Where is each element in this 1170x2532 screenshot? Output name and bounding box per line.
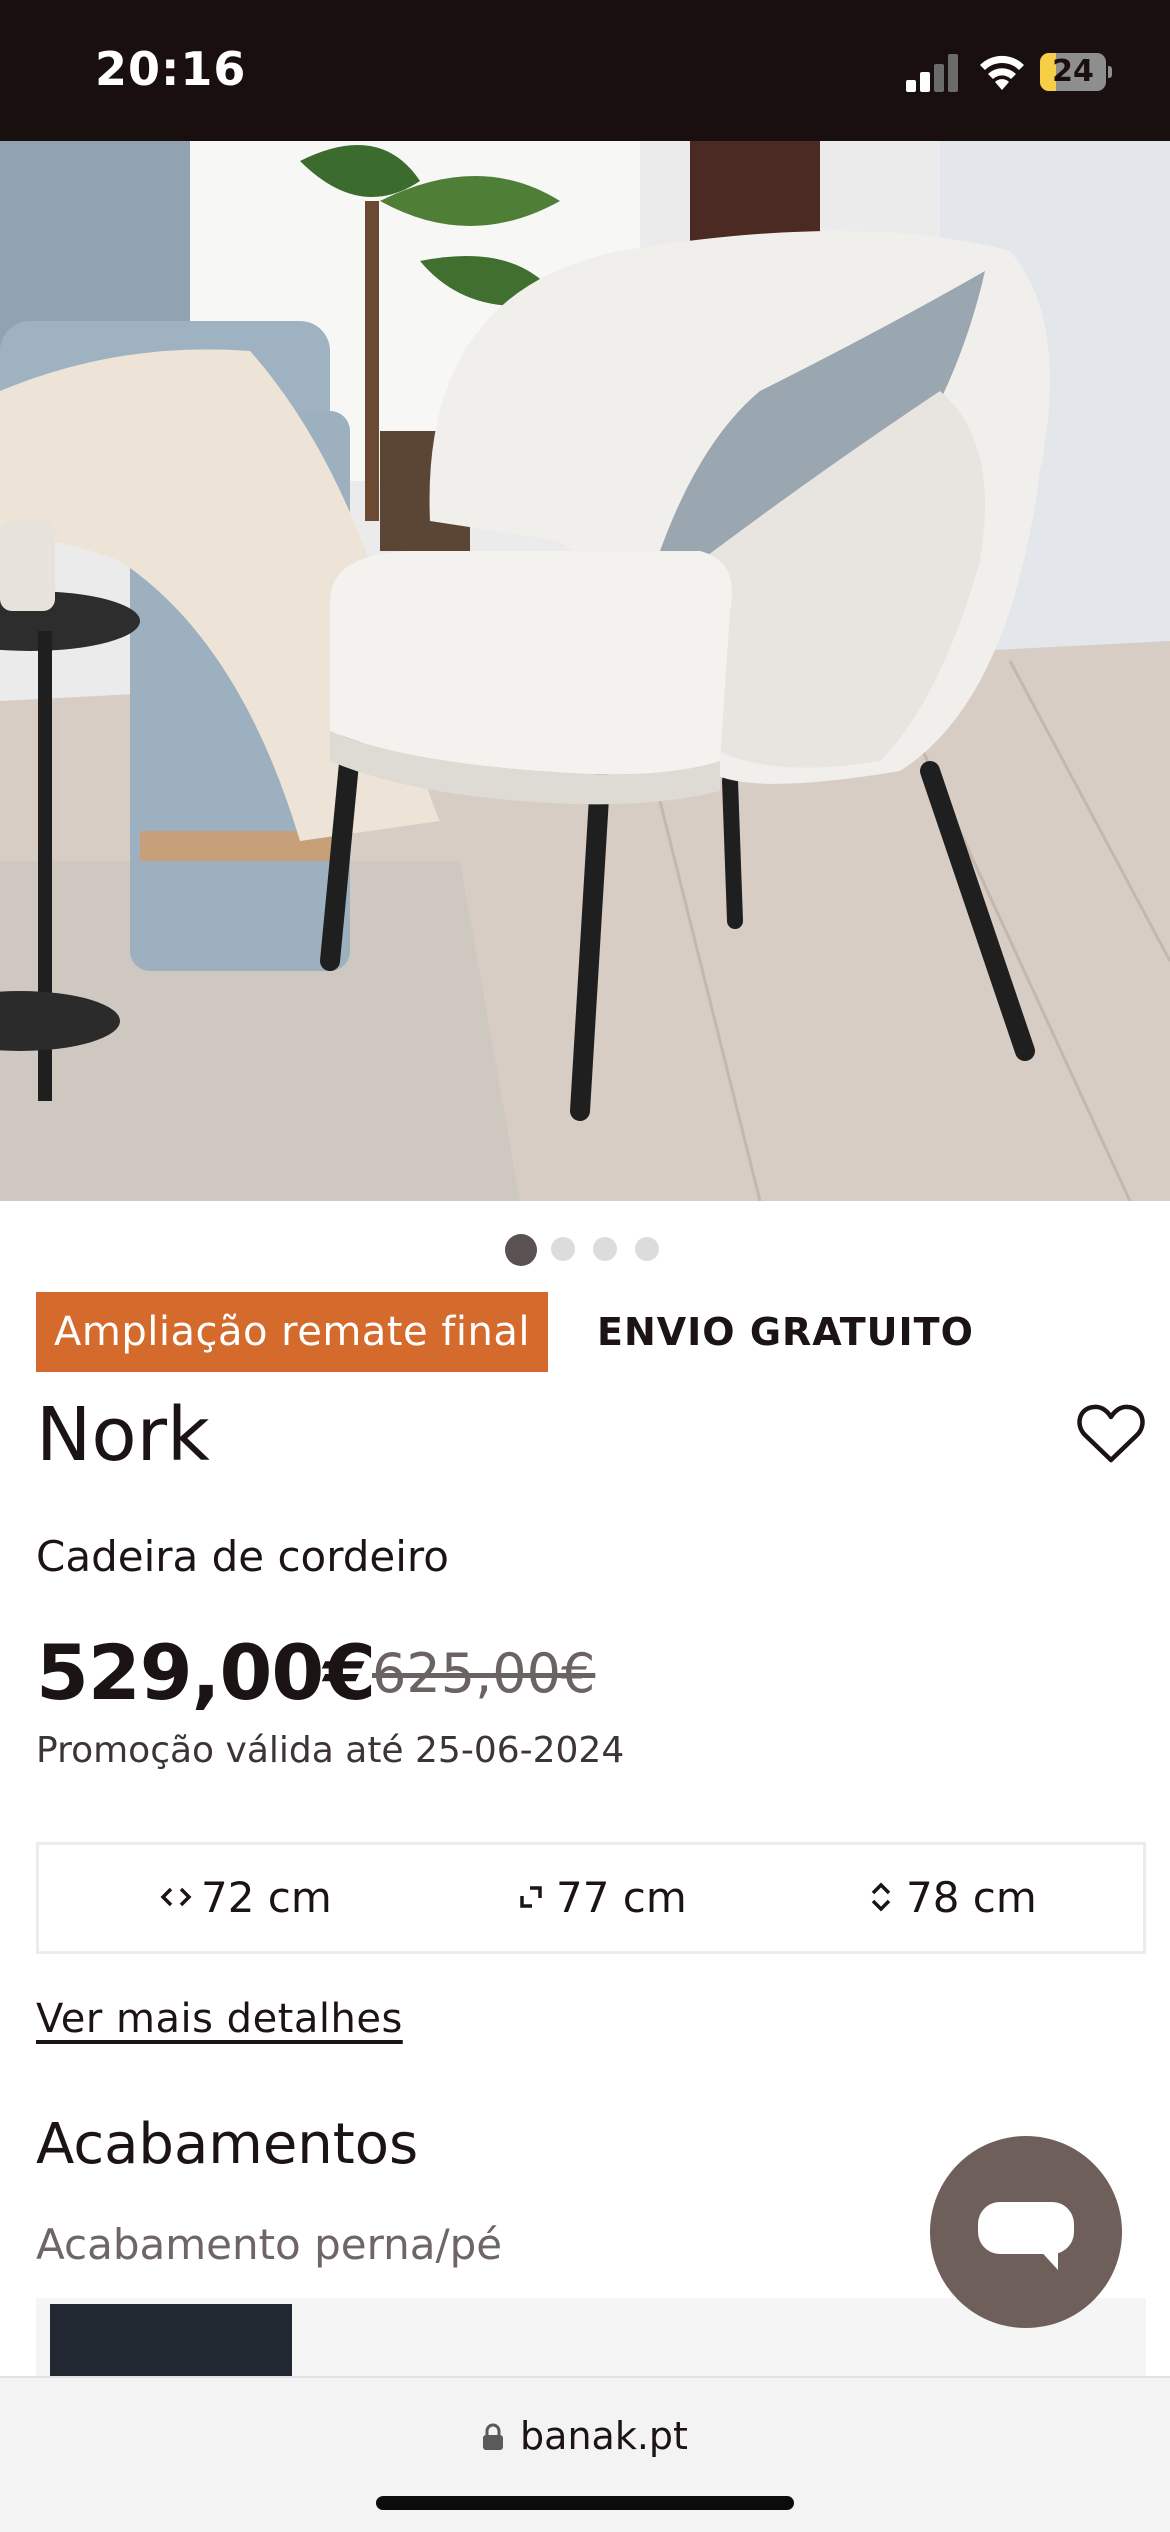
- battery-icon: 24: [1040, 53, 1112, 91]
- carousel-dot-4[interactable]: [635, 1237, 659, 1261]
- carousel-dot-2[interactable]: [551, 1237, 575, 1261]
- chat-bubble-icon: [978, 2202, 1074, 2254]
- promo-badge: Ampliação remate final: [36, 1292, 548, 1372]
- height-arrows-icon: [871, 1882, 891, 1911]
- dimension-depth: 77 cm: [514, 1845, 687, 1951]
- more-details-link[interactable]: Ver mais detalhes: [36, 1996, 403, 2042]
- home-indicator[interactable]: [376, 2496, 794, 2510]
- dimension-height-value: 78 cm: [906, 1873, 1037, 1922]
- dimensions-box: 72 cm 77 cm 78 cm: [36, 1842, 1146, 1954]
- lock-icon: [483, 2423, 504, 2450]
- browser-address-bar[interactable]: banak.pt: [0, 2376, 1170, 2532]
- heart-icon[interactable]: [1076, 1402, 1146, 1466]
- depth-arrows-icon: [520, 1885, 542, 1908]
- finish-swatch-black[interactable]: [50, 2304, 292, 2378]
- dimension-width-value: 72 cm: [201, 1873, 332, 1922]
- dimension-width: 72 cm: [159, 1845, 332, 1951]
- chat-button[interactable]: [930, 2136, 1122, 2328]
- finishes-heading: Acabamentos: [36, 2112, 419, 2177]
- product-image[interactable]: [0, 141, 1170, 1201]
- free-shipping-badge: ENVIO GRATUITO: [597, 1310, 974, 1354]
- promo-validity: Promoção válida até 25-06-2024: [36, 1730, 625, 1771]
- carousel-dots[interactable]: [0, 1234, 1170, 1266]
- signal-icon: [906, 54, 960, 92]
- status-bar: 20:16 24: [0, 0, 1170, 141]
- carousel-dot-1[interactable]: [505, 1234, 537, 1266]
- dimension-height: 78 cm: [864, 1845, 1037, 1951]
- leg-finish-label: Acabamento perna/pé: [36, 2220, 503, 2269]
- url-text: banak.pt: [520, 2414, 688, 2458]
- product-subtitle: Cadeira de cordeiro: [36, 1532, 449, 1581]
- current-price: 529,00€: [36, 1628, 376, 1717]
- armchair-illustration: [0, 141, 1170, 1201]
- status-time: 20:16: [95, 42, 247, 96]
- wifi-icon: [980, 55, 1024, 90]
- url-display[interactable]: banak.pt: [0, 2414, 1170, 2458]
- product-title: Nork: [36, 1392, 210, 1478]
- original-price: 625,00€: [372, 1642, 596, 1705]
- battery-level: 24: [1052, 54, 1094, 89]
- dimension-depth-value: 77 cm: [556, 1873, 687, 1922]
- carousel-dot-3[interactable]: [593, 1237, 617, 1261]
- width-arrows-icon: [160, 1887, 192, 1906]
